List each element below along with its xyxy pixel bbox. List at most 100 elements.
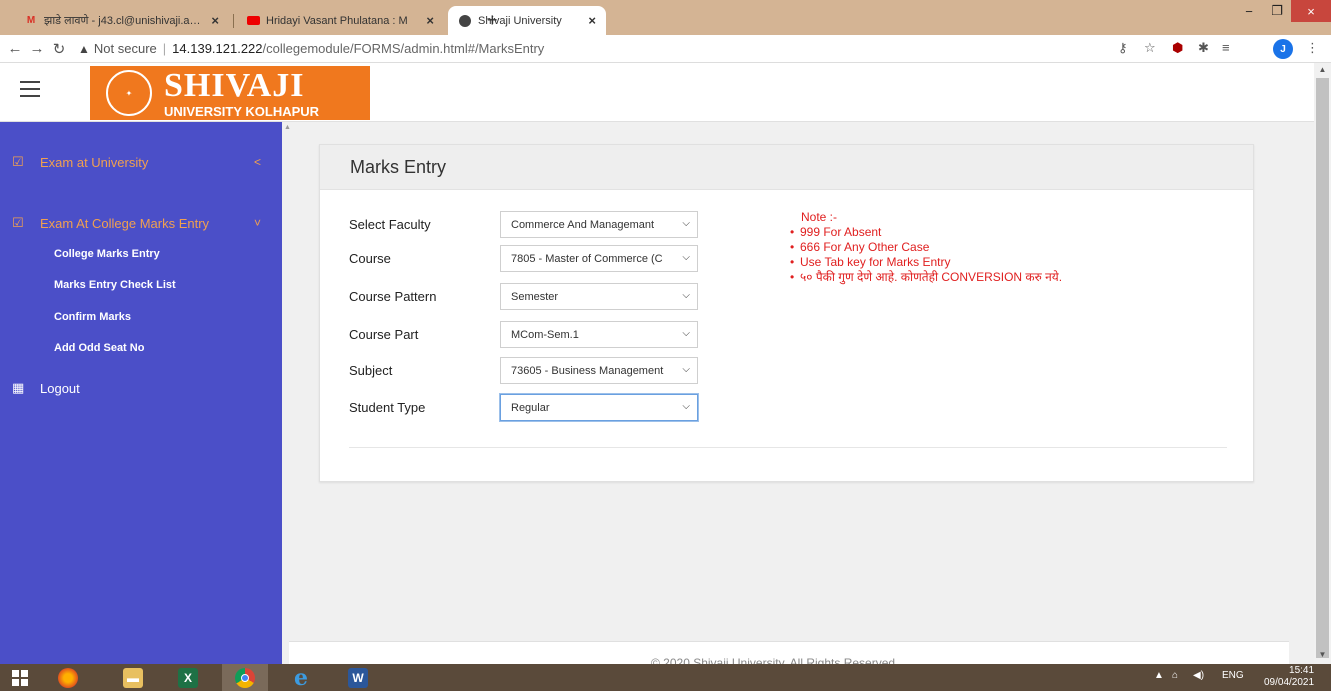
playlist-icon[interactable]: ≡ <box>1222 40 1230 55</box>
sidebar-item-label: Exam at University <box>40 154 149 170</box>
extensions-icon[interactable]: ✱ <box>1198 40 1209 56</box>
sidebar-item-exam-at-college[interactable]: ☑ Exam At College Marks Entry ˅ <box>0 215 282 231</box>
sidebar-subitem-add-odd-seat-no[interactable]: Add Odd Seat No <box>54 342 144 354</box>
sidebar-subitem-college-marks-entry[interactable]: College Marks Entry <box>54 248 160 260</box>
sidebar-item-logout[interactable]: ▦ Logout <box>0 380 282 396</box>
university-seal-icon: ✦ <box>94 67 164 119</box>
gmail-icon: M <box>26 15 36 26</box>
sidebar-item-label: Logout <box>40 380 80 396</box>
marks-entry-card: Marks Entry Select Faculty Commerce And … <box>319 144 1254 482</box>
reload-icon[interactable]: ↻ <box>48 40 70 58</box>
note-list: • 999 For Absent • 666 For Any Other Case … <box>790 225 1062 285</box>
field-label: Select Faculty <box>349 217 431 232</box>
minimize-icon[interactable]: − <box>1235 0 1263 22</box>
scroll-up-icon[interactable]: ▲ <box>1314 65 1331 77</box>
security-status: Not secure <box>93 41 157 56</box>
tab-close-icon[interactable]: × <box>588 13 596 28</box>
tab-close-icon[interactable]: × <box>211 13 219 28</box>
form-row-course-pattern: Course Pattern Semester ⌵ <box>349 283 698 310</box>
network-icon[interactable]: ⌂ <box>1172 670 1178 681</box>
clock-time: 15:41 <box>1289 665 1315 676</box>
address-bar: ← → ↻ ▲ Not secure | 14.139.121.222/coll… <box>0 35 1331 63</box>
page-footer: © 2020 Shivaji University. All Rights Re… <box>289 641 1289 670</box>
field-label: Student Type <box>349 400 426 415</box>
url-field[interactable]: ▲ Not secure | 14.139.121.222/collegemod… <box>78 41 544 56</box>
forward-icon[interactable]: → <box>26 40 48 57</box>
url-divider: | <box>162 41 167 56</box>
field-label: Course Part <box>349 327 419 342</box>
field-label: Course Pattern <box>349 289 437 304</box>
checkbox-edit-icon: ☑ <box>12 215 24 230</box>
profile-avatar[interactable]: J <box>1273 39 1293 59</box>
word-icon[interactable]: W <box>335 664 381 691</box>
firefox-icon[interactable] <box>45 664 91 691</box>
chrome-icon[interactable] <box>222 664 268 691</box>
new-tab-icon[interactable]: + <box>487 10 498 31</box>
chevron-down-icon: ⌵ <box>682 364 690 375</box>
internet-explorer-icon[interactable]: e <box>278 664 324 691</box>
sidebar-subitem-confirm-marks[interactable]: Confirm Marks <box>54 311 131 323</box>
checkbox-edit-icon: ☑ <box>12 154 24 169</box>
menu-dots-icon[interactable]: ⋮ <box>1306 40 1319 56</box>
note-item: • Use Tab key for Marks Entry <box>790 255 951 269</box>
chevron-down-icon: ⌵ <box>682 252 690 263</box>
tray-chevron-icon[interactable]: ▲ <box>1154 670 1164 681</box>
windows-taskbar: ▬ X e W ▲ ⌂ ◀) ENG 15:41 09/04/2021 <box>0 664 1331 691</box>
university-logo[interactable]: ✦ SHIVAJI UNIVERSITY KOLHAPUR <box>90 66 370 120</box>
url-path: /collegemodule/FORMS/admin.html#/MarksEn… <box>262 41 545 56</box>
hamburger-menu-icon[interactable] <box>20 81 40 102</box>
tab-title: झाडे लावणे - j43.cl@unishivaji.ac.in <box>44 15 206 27</box>
browser-tab-gmail[interactable]: M झाडे लावणे - j43.cl@unishivaji.ac.in × <box>14 6 229 35</box>
course-pattern-select[interactable]: Semester ⌵ <box>500 283 698 310</box>
field-label: Course <box>349 251 391 266</box>
ublock-icon[interactable]: ⬢ <box>1172 40 1183 56</box>
select-value: 7805 - Master of Commerce (C <box>511 252 663 265</box>
star-icon[interactable]: ☆ <box>1144 40 1156 56</box>
student-type-select[interactable]: Regular ⌵ <box>500 394 698 421</box>
browser-tab-youtube[interactable]: Hridayi Vasant Phulatana : M × <box>236 6 444 35</box>
volume-icon[interactable]: ◀) <box>1193 670 1204 681</box>
tab-close-icon[interactable]: × <box>426 13 434 28</box>
select-value: MCom-Sem.1 <box>511 328 579 341</box>
sidebar-scroll-up-icon[interactable]: ▲ <box>284 124 291 131</box>
browser-tab-shivaji[interactable]: Shivaji University × <box>448 6 606 35</box>
sidebar-item-exam-at-university[interactable]: ☑ Exam at University < <box>0 154 282 170</box>
subject-select[interactable]: 73605 - Business Management ⌵ <box>500 357 698 384</box>
scroll-down-icon[interactable]: ▼ <box>1314 650 1331 662</box>
logo-subtitle: UNIVERSITY KOLHAPUR <box>164 103 320 119</box>
select-value: Regular <box>511 401 550 414</box>
sidebar-item-label: Exam At College Marks Entry <box>40 215 210 231</box>
course-select[interactable]: 7805 - Master of Commerce (C ⌵ <box>500 245 698 272</box>
page-scrollbar[interactable]: ▲ ▼ <box>1314 63 1331 664</box>
warning-icon: ▲ <box>78 41 90 56</box>
faculty-select[interactable]: Commerce And Managemant ⌵ <box>500 211 698 238</box>
marks-entry-note: Note :- • 999 For Absent • 666 For Any Oth… <box>790 210 1062 285</box>
chevron-down-icon: ⌵ <box>682 290 690 301</box>
scrollbar-thumb[interactable] <box>1316 78 1329 658</box>
taskbar-clock[interactable]: 15:41 09/04/2021 <box>1264 665 1315 689</box>
divider <box>349 447 1227 448</box>
chevron-down-icon: ⌵ <box>682 401 690 412</box>
site-header: ✦ SHIVAJI UNIVERSITY KOLHAPUR <box>0 63 1314 122</box>
sidebar-subitem-marks-entry-check-list[interactable]: Marks Entry Check List <box>54 279 176 291</box>
course-part-select[interactable]: MCom-Sem.1 ⌵ <box>500 321 698 348</box>
language-indicator[interactable]: ENG <box>1222 670 1244 681</box>
select-value: Semester <box>511 290 559 303</box>
chevron-left-icon: < <box>254 155 262 169</box>
key-icon[interactable]: ⚷ <box>1118 40 1128 56</box>
restore-icon[interactable]: ❐ <box>1263 0 1291 22</box>
back-icon[interactable]: ← <box>4 40 26 57</box>
logo-title: SHIVAJI <box>164 66 305 104</box>
page-title: Marks Entry <box>350 156 447 177</box>
windows-start-icon[interactable] <box>0 664 40 691</box>
chevron-down-icon: ⌵ <box>682 328 690 339</box>
select-value: 73605 - Business Management <box>511 364 664 377</box>
note-item: • ५० पैकी गुण देणे आहे. कोणतेही CONVERSIO… <box>790 270 1063 284</box>
form-row-student-type: Student Type Regular ⌵ <box>349 394 698 421</box>
chevron-down-icon: ˅ <box>254 216 262 230</box>
file-explorer-icon[interactable]: ▬ <box>110 664 156 691</box>
excel-icon[interactable]: X <box>165 664 211 691</box>
window-close-icon[interactable]: × <box>1291 0 1331 22</box>
url-host: 14.139.121.222 <box>172 41 263 56</box>
form-row-course: Course 7805 - Master of Commerce (C ⌵ <box>349 245 698 272</box>
